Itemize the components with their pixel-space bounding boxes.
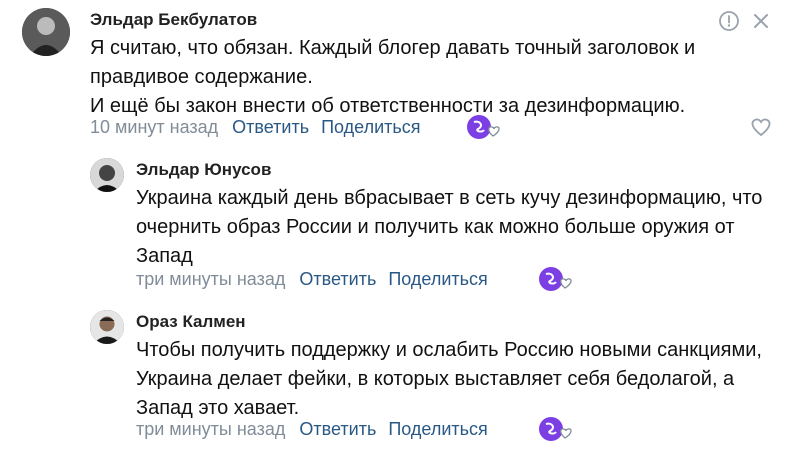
comment-author[interactable]: Эльдар Бекбулатов — [90, 10, 257, 30]
comment-time: три минуты назад — [136, 269, 286, 289]
reply-button[interactable]: Ответить — [299, 419, 376, 440]
heart-icon[interactable] — [750, 117, 772, 142]
share-button[interactable]: Поделиться — [388, 269, 487, 290]
comment-meta: 10 минут назад Ответить Поделиться — [90, 117, 421, 138]
comment-text: Чтобы получить поддержку и ослабить Росс… — [136, 339, 762, 419]
comment-time: 10 минут назад — [90, 117, 219, 137]
reaction-icon[interactable] — [466, 114, 500, 139]
reply-button[interactable]: Ответить — [232, 117, 309, 138]
comment-meta: три минуты назад Ответить Поделиться — [136, 269, 488, 290]
comment-text: Украина каждый день вбрасывает в сеть ку… — [136, 187, 763, 267]
comment-text: Я считаю, что обязан. Каждый блогер дава… — [90, 37, 696, 117]
reaction-icon[interactable] — [538, 416, 572, 441]
comment-time: три минуты назад — [136, 419, 286, 439]
reaction-icon[interactable] — [538, 266, 572, 291]
exclamation-circle-icon[interactable] — [718, 10, 740, 37]
comment-meta: три минуты назад Ответить Поделиться — [136, 419, 488, 440]
avatar[interactable] — [90, 158, 124, 192]
comment-author[interactable]: Эльдар Юнусов — [136, 160, 271, 180]
reply-button[interactable]: Ответить — [299, 269, 376, 290]
avatar[interactable] — [22, 8, 70, 56]
avatar[interactable] — [90, 310, 124, 344]
share-button[interactable]: Поделиться — [388, 419, 487, 440]
share-button[interactable]: Поделиться — [321, 117, 420, 138]
comment-author[interactable]: Ораз Калмен — [136, 312, 246, 332]
close-icon[interactable] — [752, 12, 770, 35]
